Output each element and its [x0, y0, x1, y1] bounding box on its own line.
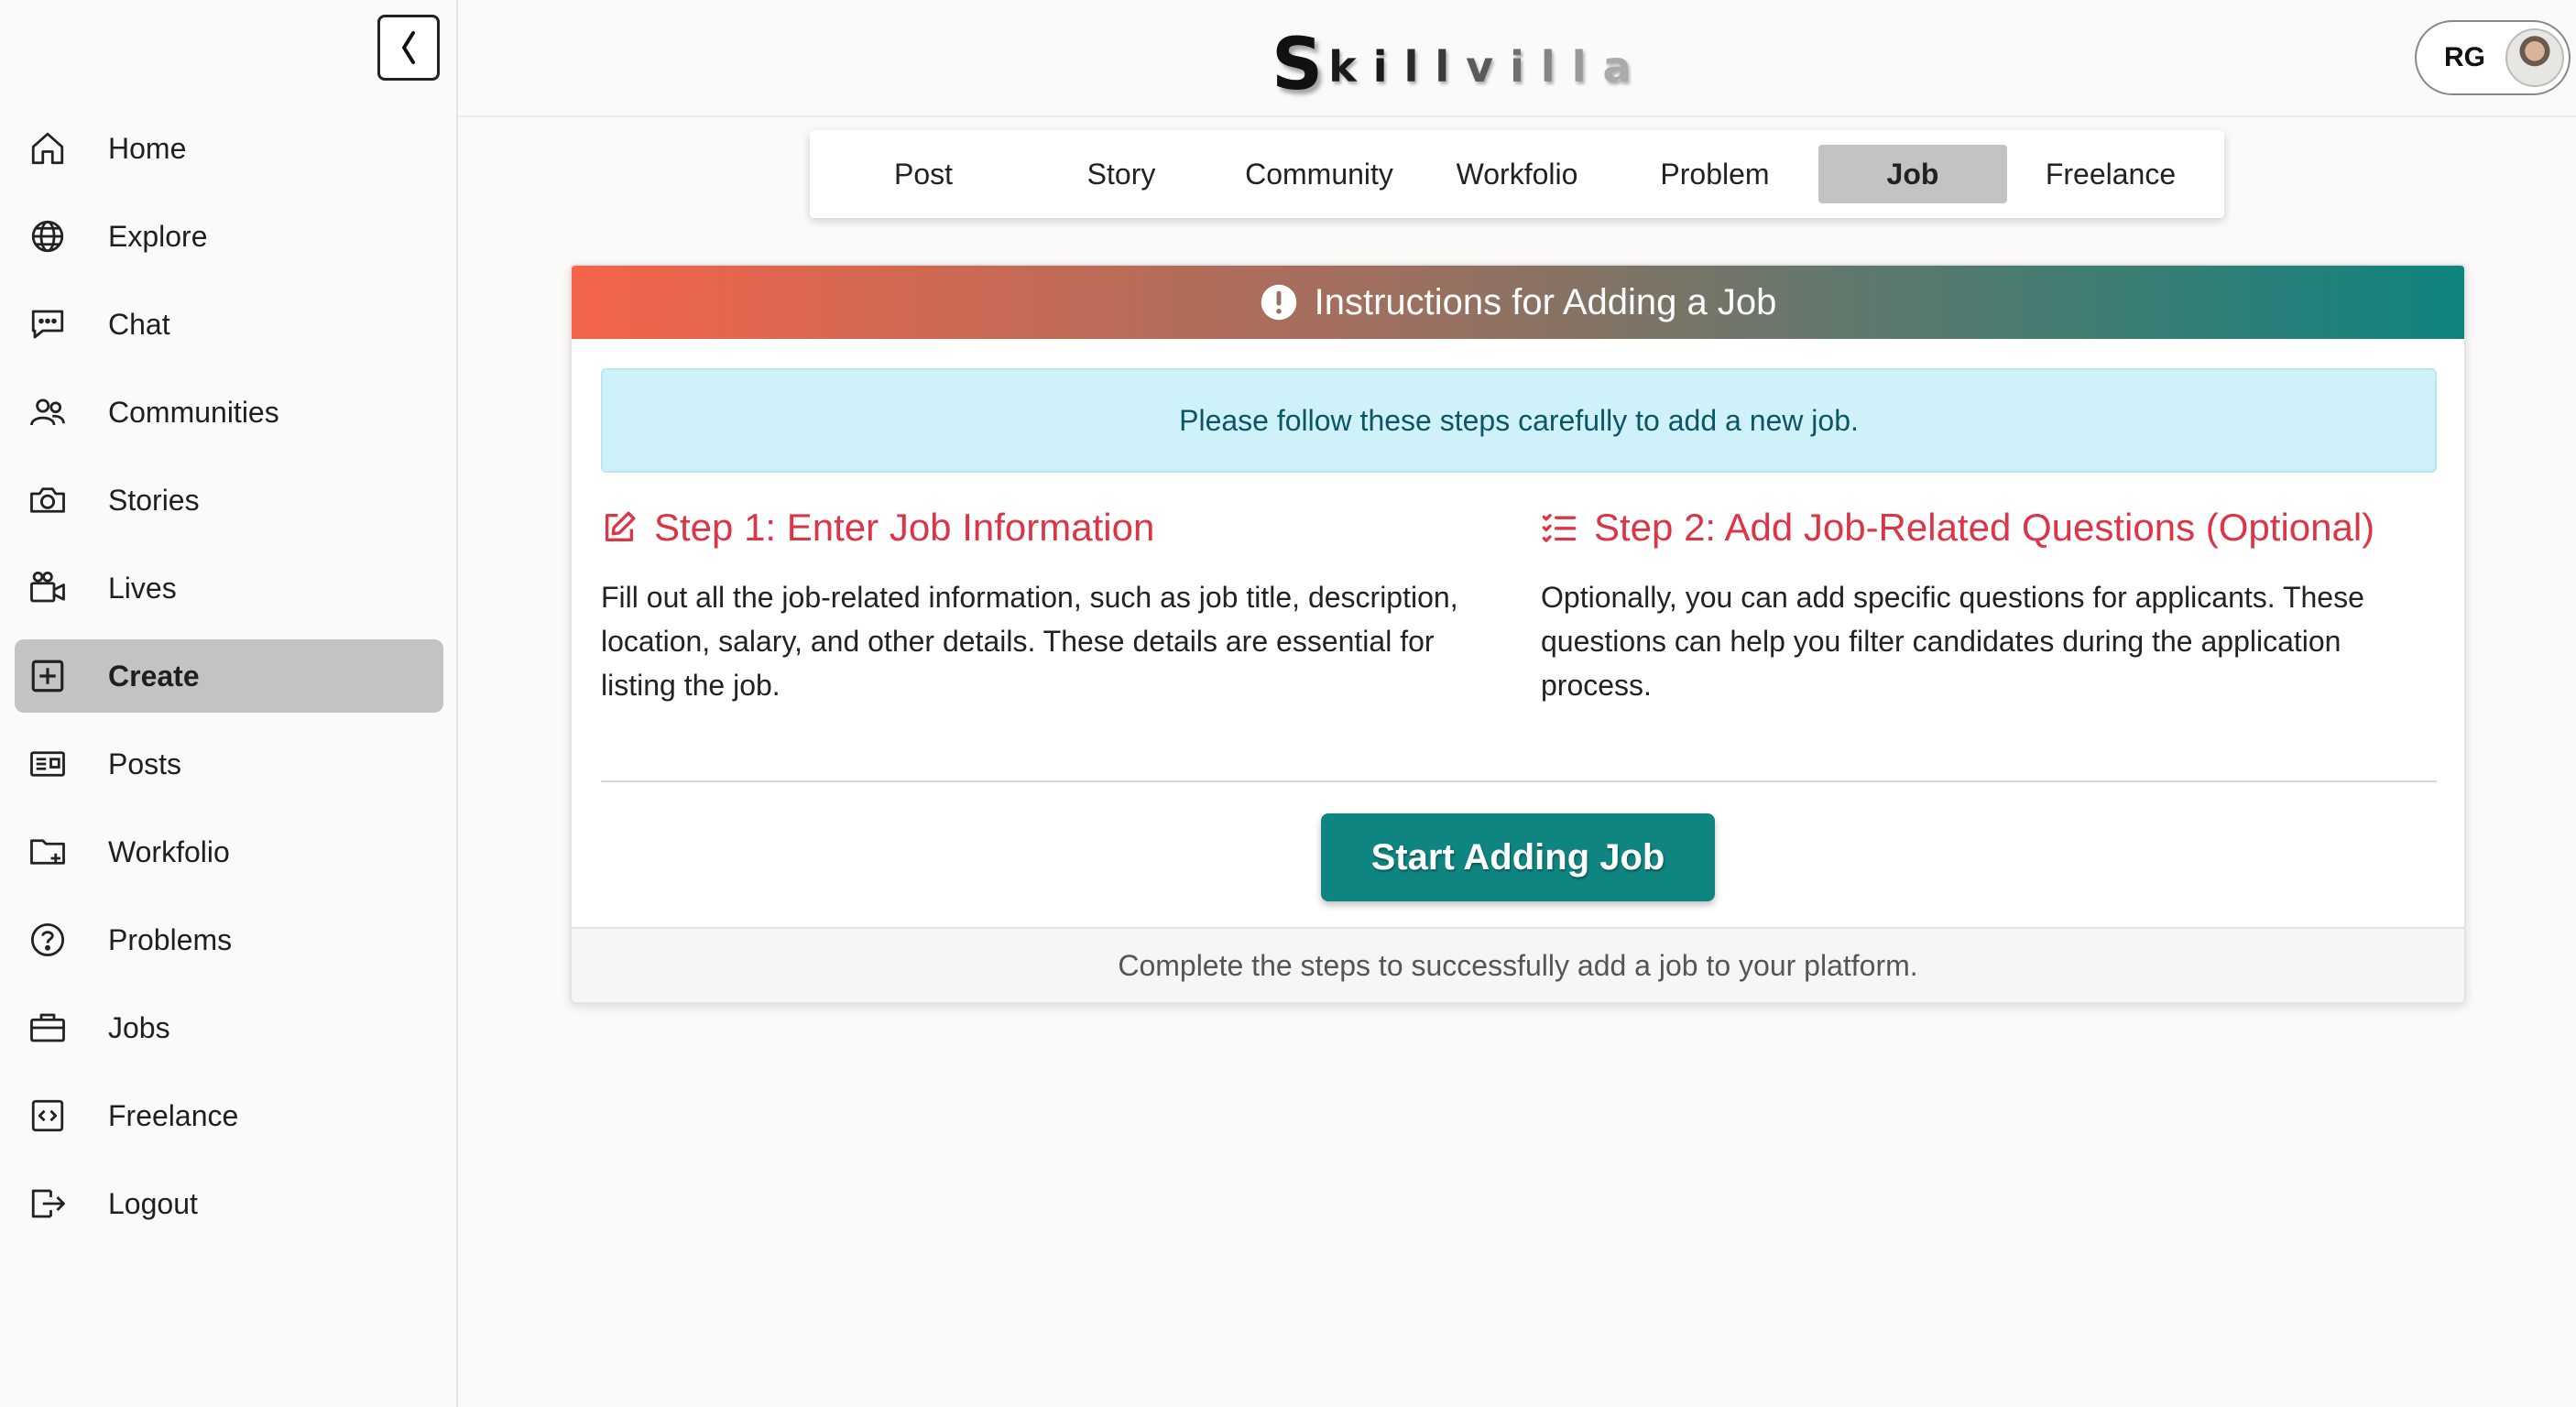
- sidebar-item-home[interactable]: Home: [15, 112, 443, 185]
- step-1-title-text: Step 1: Enter Job Information: [654, 506, 1155, 549]
- step-1-text: Fill out all the job-related information…: [601, 581, 1458, 702]
- skillvilla-logo[interactable]: S killvilla: [1272, 27, 1648, 101]
- create-tabs: Post Story Community Workfolio Problem J…: [810, 130, 2224, 218]
- sidebar-item-workfolio[interactable]: Workfolio: [15, 815, 443, 889]
- sidebar-item-label: Communities: [108, 395, 279, 429]
- logo-initial: S: [1272, 24, 1324, 106]
- tab-problem[interactable]: Problem: [1621, 145, 1809, 203]
- tab-job[interactable]: Job: [1818, 145, 2007, 203]
- question-circle-icon: [27, 920, 68, 960]
- top-header: S killvilla RG: [458, 0, 2576, 117]
- briefcase-icon: [27, 1008, 68, 1048]
- sidebar-item-explore[interactable]: Explore: [15, 200, 443, 273]
- sidebar: Home Explore Chat Communities Stories Li…: [0, 0, 458, 1407]
- profile-menu-button[interactable]: RG: [2415, 20, 2571, 95]
- collapse-sidebar-button[interactable]: [377, 15, 440, 81]
- sidebar-item-label: Logout: [108, 1186, 198, 1220]
- camera-icon: [27, 480, 68, 520]
- video-camera-icon: [27, 568, 68, 608]
- checklist-icon: [1542, 514, 1577, 542]
- start-adding-job-button[interactable]: Start Adding Job: [1321, 813, 1715, 901]
- tab-post[interactable]: Post: [829, 145, 1018, 203]
- card-header: Instructions for Adding a Job: [572, 266, 2464, 339]
- step-1: Step 1: Enter Job Information Fill out a…: [601, 500, 1499, 707]
- sidebar-item-label: Jobs: [108, 1010, 170, 1044]
- tab-story[interactable]: Story: [1027, 145, 1216, 203]
- logout-icon: [27, 1183, 68, 1224]
- tab-freelance[interactable]: Freelance: [2016, 145, 2205, 203]
- sidebar-item-label: Lives: [108, 571, 177, 605]
- tab-community[interactable]: Community: [1225, 145, 1414, 203]
- exclamation-circle-icon: [1261, 284, 1296, 321]
- sidebar-item-logout[interactable]: Logout: [15, 1167, 443, 1240]
- instructions-card: Instructions for Adding a Job Please fol…: [570, 264, 2466, 1004]
- sidebar-item-label: Chat: [108, 307, 170, 341]
- people-icon: [27, 392, 68, 432]
- step-2: Step 2: Add Job-Related Questions (Optio…: [1541, 500, 2439, 707]
- home-icon: [27, 128, 68, 169]
- logo-wordmark: killvilla: [1328, 42, 1648, 92]
- info-alert: Please follow these steps carefully to a…: [601, 368, 2437, 473]
- sidebar-item-freelance[interactable]: Freelance: [15, 1079, 443, 1152]
- sidebar-item-label: Freelance: [108, 1098, 239, 1132]
- sidebar-item-label: Workfolio: [108, 834, 230, 868]
- sidebar-item-stories[interactable]: Stories: [15, 464, 443, 537]
- globe-icon: [27, 216, 68, 256]
- step-2-text: Optionally, you can add specific questio…: [1541, 581, 2364, 702]
- card-title: Instructions for Adding a Job: [1314, 281, 1777, 322]
- step-2-title-text: Step 2: Add Job-Related Questions (Optio…: [1594, 506, 2375, 549]
- step-1-title: Step 1: Enter Job Information: [601, 500, 1499, 555]
- folder-plus-icon: [27, 832, 68, 872]
- avatar: [2505, 28, 2564, 87]
- sidebar-item-problems[interactable]: Problems: [15, 903, 443, 976]
- step-2-title: Step 2: Add Job-Related Questions (Optio…: [1541, 500, 2439, 555]
- sidebar-item-label: Create: [108, 659, 200, 693]
- chat-icon: [27, 304, 68, 344]
- divider: [601, 780, 2437, 782]
- sidebar-item-jobs[interactable]: Jobs: [15, 991, 443, 1064]
- sidebar-nav: Home Explore Chat Communities Stories Li…: [15, 112, 443, 1255]
- sidebar-item-lives[interactable]: Lives: [15, 551, 443, 625]
- sidebar-item-posts[interactable]: Posts: [15, 727, 443, 801]
- sidebar-item-label: Stories: [108, 483, 200, 517]
- profile-initials: RG: [2444, 42, 2485, 72]
- chevron-left-icon: [402, 31, 415, 64]
- sidebar-item-label: Problems: [108, 922, 233, 956]
- sidebar-item-label: Home: [108, 131, 187, 165]
- sidebar-item-label: Posts: [108, 747, 182, 780]
- plus-square-icon: [27, 656, 68, 696]
- sidebar-item-create[interactable]: Create: [15, 639, 443, 713]
- tab-workfolio[interactable]: Workfolio: [1423, 145, 1611, 203]
- newspaper-icon: [27, 744, 68, 784]
- code-square-icon: [27, 1096, 68, 1136]
- sidebar-item-communities[interactable]: Communities: [15, 376, 443, 449]
- edit-icon: [606, 511, 636, 541]
- sidebar-item-chat[interactable]: Chat: [15, 288, 443, 361]
- card-footer: Complete the steps to successfully add a…: [572, 927, 2464, 1002]
- sidebar-item-label: Explore: [108, 219, 208, 253]
